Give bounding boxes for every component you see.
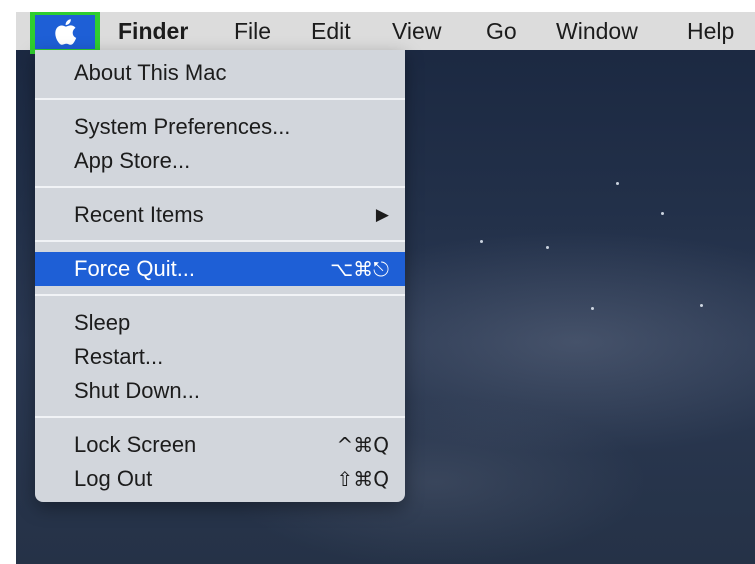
menu-item-label: About This Mac	[74, 60, 227, 85]
apple-logo-icon	[55, 19, 77, 45]
menu-item-label: Shut Down...	[74, 378, 200, 403]
star	[546, 246, 549, 249]
menu-item-about-this-mac[interactable]: About This Mac	[35, 56, 405, 90]
menu-bar: Finder File Edit View Go Window Help	[16, 12, 755, 54]
menu-item-label: Restart...	[74, 344, 164, 369]
menu-edit[interactable]: Edit	[311, 12, 351, 50]
menu-item-shut-down[interactable]: Shut Down...	[35, 374, 405, 408]
menu-item-label: Force Quit...	[74, 256, 196, 281]
apple-menu-dropdown: About This Mac System Preferences... App…	[35, 50, 405, 502]
apple-menu-button[interactable]	[30, 12, 100, 54]
menu-item-log-out[interactable]: Log Out ⇧⌘Q	[35, 462, 405, 496]
menu-item-shortcut: ^⌘Q	[336, 433, 390, 457]
menu-item-shortcut: ⇧⌘Q	[336, 467, 390, 491]
menu-item-shortcut: ⌥⌘⎋	[330, 257, 389, 281]
menu-item-label: App Store...	[74, 148, 191, 173]
submenu-arrow-icon: ▶	[375, 205, 389, 225]
menu-window[interactable]: Window	[556, 12, 638, 50]
menu-item-restart[interactable]: Restart...	[35, 340, 405, 374]
menu-separator	[35, 416, 405, 418]
menu-go[interactable]: Go	[486, 12, 517, 50]
menu-item-label: Sleep	[74, 310, 131, 335]
star	[661, 212, 664, 215]
menu-help[interactable]: Help	[687, 12, 734, 50]
star	[616, 182, 619, 185]
menu-item-recent-items[interactable]: Recent Items ▶	[35, 198, 405, 232]
menu-separator	[35, 240, 405, 242]
menu-item-label: Recent Items	[74, 202, 204, 227]
menu-separator	[35, 98, 405, 100]
menu-separator	[35, 186, 405, 188]
star	[700, 304, 703, 307]
desktop: Finder File Edit View Go Window Help Abo…	[16, 12, 755, 564]
menu-separator	[35, 294, 405, 296]
star	[480, 240, 483, 243]
menu-file[interactable]: File	[234, 12, 271, 50]
menu-finder[interactable]: Finder	[118, 12, 188, 50]
star	[591, 307, 594, 310]
menu-item-lock-screen[interactable]: Lock Screen ^⌘Q	[35, 428, 405, 462]
menu-item-force-quit[interactable]: Force Quit... ⌥⌘⎋	[35, 252, 405, 286]
menu-view[interactable]: View	[392, 12, 441, 50]
menu-item-label: Log Out	[74, 466, 153, 491]
menu-item-sleep[interactable]: Sleep	[35, 306, 405, 340]
menu-item-label: Lock Screen	[74, 432, 197, 457]
menu-item-label: System Preferences...	[74, 114, 291, 139]
menu-item-app-store[interactable]: App Store...	[35, 144, 405, 178]
menu-item-system-preferences[interactable]: System Preferences...	[35, 110, 405, 144]
